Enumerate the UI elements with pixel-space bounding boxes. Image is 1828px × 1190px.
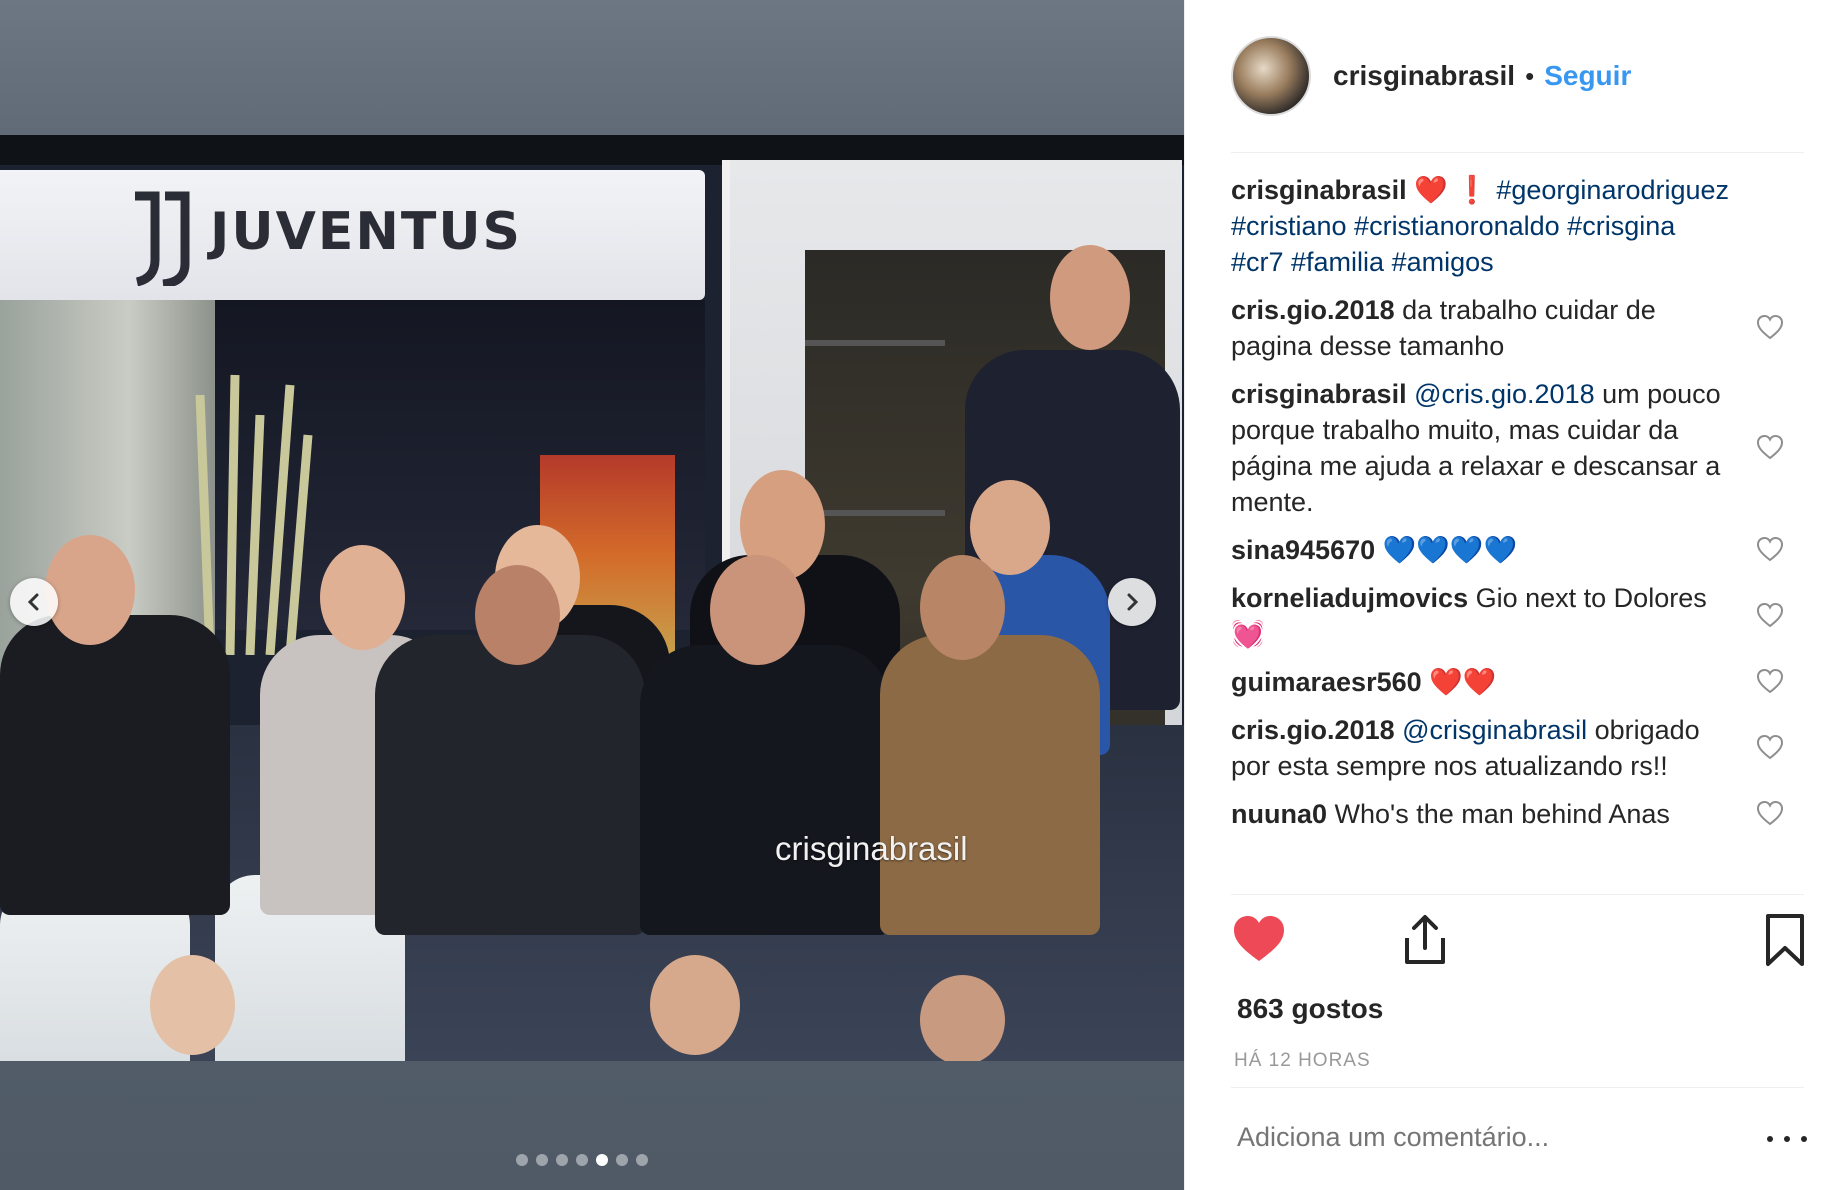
- comment-mention[interactable]: @cris.gio.2018: [1414, 379, 1595, 409]
- comment-item: cris.gio.2018 da trabalho cuidar de pagi…: [1231, 292, 1806, 364]
- comment-text: 💙💙💙💙: [1382, 535, 1518, 565]
- person-head: [1050, 245, 1130, 350]
- comment-item: korneliadujmovics Gio next to Dolores💓: [1231, 580, 1806, 652]
- comment-username[interactable]: cris.gio.2018: [1231, 715, 1395, 745]
- carousel-dot: [616, 1154, 628, 1166]
- ellipsis-icon: [1767, 1136, 1773, 1142]
- follow-button[interactable]: Seguir: [1544, 60, 1631, 92]
- heart-outline-icon[interactable]: [1756, 536, 1784, 564]
- person: [880, 635, 1100, 935]
- comments-list[interactable]: crisginabrasil ❤️ ❗ #georginarodriguez #…: [1231, 172, 1806, 892]
- carousel-dot: [516, 1154, 528, 1166]
- comment-text: ❤️❤️: [1429, 667, 1497, 697]
- club-logo-icon: [135, 191, 190, 286]
- carousel-dot: [576, 1154, 588, 1166]
- comment-item: guimaraesr560 ❤️❤️: [1231, 664, 1806, 700]
- heart-outline-icon[interactable]: [1756, 314, 1784, 342]
- carousel-dot: [536, 1154, 548, 1166]
- person: [0, 615, 230, 915]
- comment-item: sina945670 💙💙💙💙: [1231, 532, 1806, 568]
- heart-outline-icon[interactable]: [1756, 602, 1784, 630]
- person-head: [920, 975, 1005, 1061]
- divider: [1231, 1087, 1804, 1088]
- comment-text: Who's the man behind Anas: [1334, 799, 1670, 829]
- person: [375, 635, 645, 935]
- carousel-dot: [596, 1154, 608, 1166]
- post-photo: JUVENTUS: [0, 135, 1184, 1061]
- share-upload-icon[interactable]: [1397, 912, 1453, 968]
- comment-username[interactable]: korneliadujmovics: [1231, 583, 1468, 613]
- person-head: [920, 555, 1005, 660]
- decorative-reeds: [195, 374, 313, 655]
- caption-emoji: ❤️ ❗: [1414, 175, 1497, 205]
- heart-filled-icon[interactable]: [1231, 912, 1287, 968]
- heart-outline-icon[interactable]: [1756, 668, 1784, 696]
- comment-username[interactable]: guimaraesr560: [1231, 667, 1422, 697]
- post-sidebar: crisginabrasil • Seguir crisginabrasil ❤…: [1184, 0, 1828, 1190]
- comment-item: crisginabrasil @cris.gio.2018 um pouco p…: [1231, 376, 1806, 520]
- comment-username[interactable]: nuuna0: [1231, 799, 1327, 829]
- comment-username[interactable]: crisginabrasil: [1231, 379, 1407, 409]
- add-comment-input[interactable]: [1237, 1122, 1717, 1153]
- speech-bubble-icon[interactable]: [1319, 912, 1391, 968]
- likes-count[interactable]: 863 gostos: [1237, 993, 1383, 1025]
- carousel-prev-button[interactable]: [10, 578, 58, 626]
- post-header: crisginabrasil • Seguir: [1231, 36, 1631, 116]
- shelf: [805, 340, 945, 346]
- person-head: [150, 955, 235, 1055]
- shelf: [805, 510, 945, 516]
- post-media[interactable]: JUVENTUS crisginabrasil: [0, 0, 1184, 1190]
- bookmark-icon[interactable]: [1757, 912, 1813, 968]
- ellipsis-icon: [1801, 1136, 1807, 1142]
- more-options-button[interactable]: [1767, 1124, 1807, 1154]
- post-caption: crisginabrasil ❤️ ❗ #georginarodriguez #…: [1231, 172, 1806, 280]
- carousel-next-button[interactable]: [1108, 578, 1156, 626]
- photo-watermark: crisginabrasil: [775, 830, 968, 867]
- avatar[interactable]: [1231, 36, 1311, 116]
- ellipsis-icon: [1784, 1136, 1790, 1142]
- heart-outline-icon[interactable]: [1756, 800, 1784, 828]
- person-head: [45, 535, 135, 645]
- person-head: [710, 555, 805, 665]
- person-head: [320, 545, 405, 650]
- divider: [1231, 894, 1804, 895]
- comment-mention[interactable]: @crisginabrasil: [1402, 715, 1587, 745]
- carousel-indicator: [516, 1154, 648, 1166]
- person-head: [650, 955, 740, 1055]
- carousel-dot: [636, 1154, 648, 1166]
- person-head: [475, 565, 560, 665]
- divider: [1231, 152, 1804, 153]
- comment-username[interactable]: sina945670: [1231, 535, 1375, 565]
- comment-item: nuuna0 Who's the man behind Anas: [1231, 796, 1806, 832]
- caption-username[interactable]: crisginabrasil: [1231, 175, 1407, 205]
- chevron-right-icon: [1127, 593, 1139, 611]
- club-banner: JUVENTUS: [0, 170, 705, 300]
- post-timestamp: HÁ 12 HORAS: [1234, 1050, 1371, 1071]
- chevron-left-icon: [27, 593, 39, 611]
- header-separator: •: [1525, 60, 1535, 91]
- header-username[interactable]: crisginabrasil: [1333, 60, 1515, 92]
- carousel-dot: [556, 1154, 568, 1166]
- comment-item: cris.gio.2018 @crisginabrasil obrigado p…: [1231, 712, 1806, 784]
- heart-outline-icon[interactable]: [1756, 734, 1784, 762]
- person: [640, 645, 890, 935]
- comment-username[interactable]: cris.gio.2018: [1231, 295, 1395, 325]
- post-actions: [1231, 912, 1811, 982]
- banner-text: JUVENTUS: [210, 202, 523, 262]
- heart-outline-icon[interactable]: [1756, 434, 1784, 462]
